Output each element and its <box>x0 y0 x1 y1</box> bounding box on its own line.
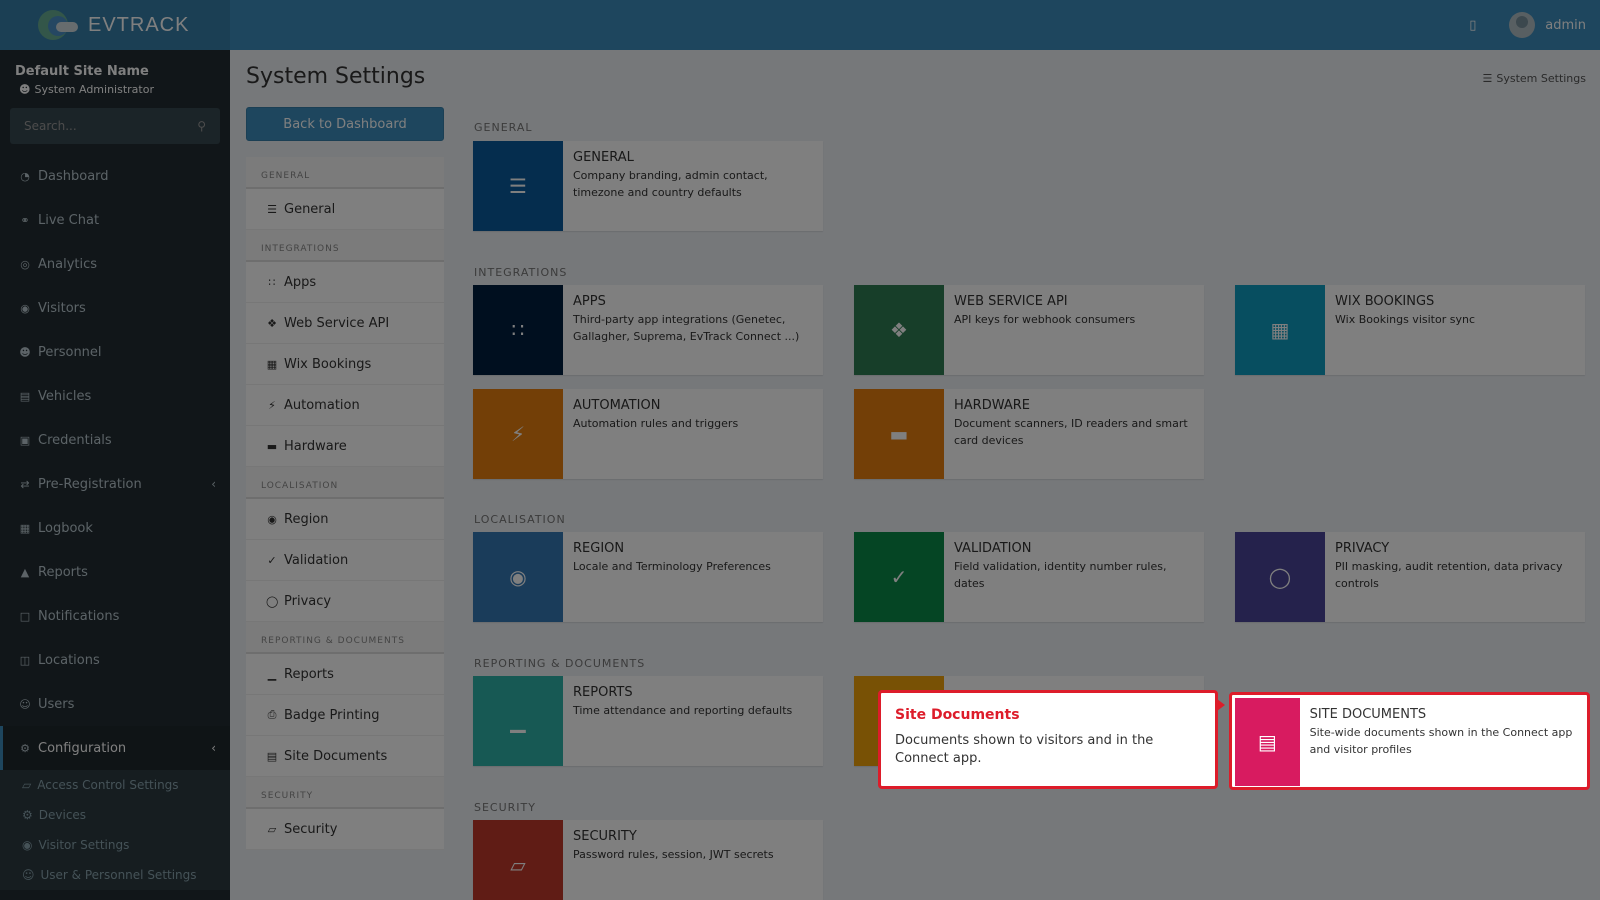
card-desc: Site-wide documents shown in the Connect… <box>1309 726 1573 756</box>
card-title: SITE DOCUMENTS <box>1309 707 1427 722</box>
card-site-documents[interactable]: ▤ SITE DOCUMENTS Site-wide documents show… <box>1229 692 1590 790</box>
tooltip-title: Site Documents <box>895 707 1020 723</box>
tour-tooltip: Site Documents Documents shown to visito… <box>878 690 1225 789</box>
document-icon: ▤ <box>1235 698 1300 786</box>
tooltip-body: Documents shown to visitors and in the C… <box>895 733 1154 766</box>
